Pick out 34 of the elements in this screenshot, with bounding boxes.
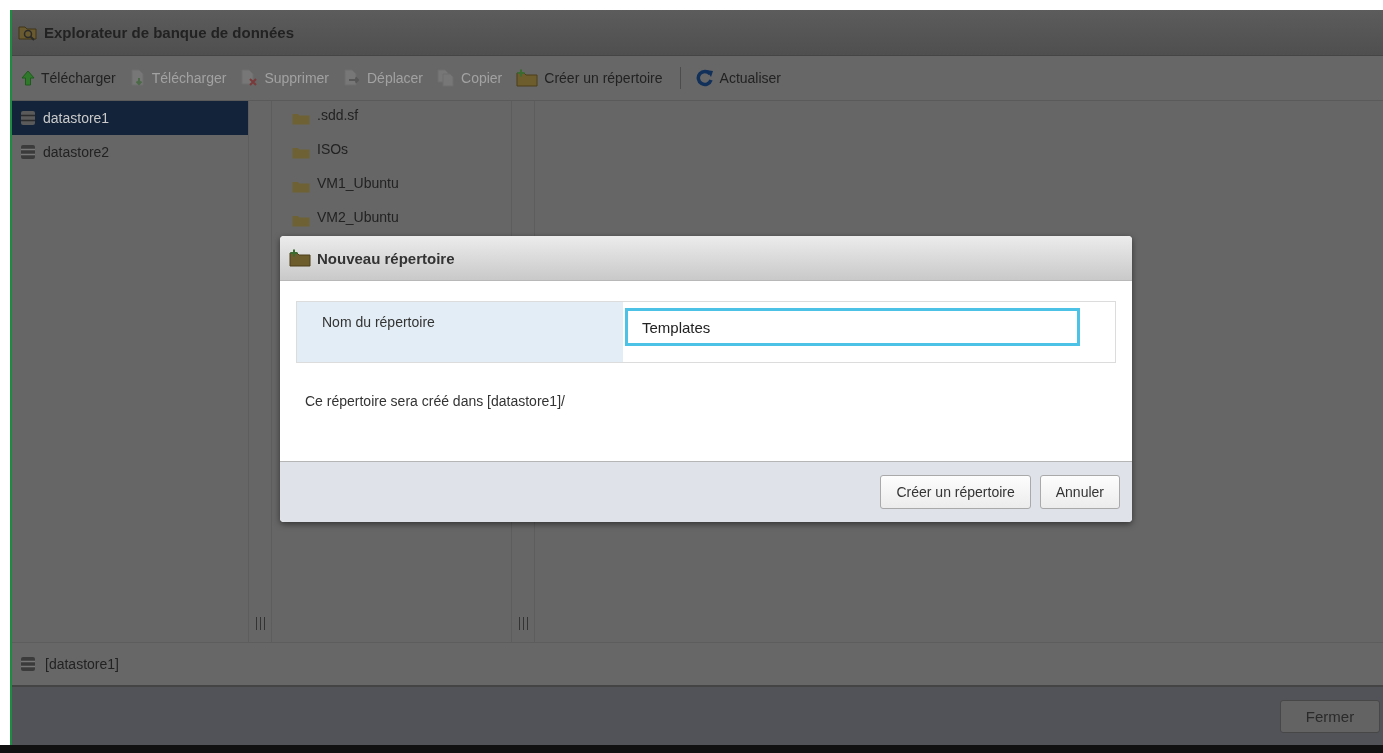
folder-icon [292, 179, 310, 193]
grip-icon[interactable] [255, 617, 265, 630]
field-label: Nom du répertoire [297, 302, 623, 362]
create-folder-button[interactable]: Créer un répertoire [880, 475, 1031, 509]
grip-icon[interactable] [518, 617, 528, 630]
toolbar-button[interactable]: Télécharger [16, 70, 121, 86]
cancel-button[interactable]: Annuler [1039, 475, 1120, 509]
current-path: [datastore1] [45, 656, 119, 672]
database-icon [20, 144, 36, 160]
database-icon [20, 110, 36, 126]
folder-icon [292, 213, 310, 227]
close-button[interactable]: Fermer [1280, 699, 1380, 733]
folder-item[interactable]: .sdd.sf [272, 101, 511, 135]
refresh-icon [695, 69, 714, 87]
folder-item[interactable]: ISOs [272, 135, 511, 169]
datastore-item[interactable]: datastore2 [12, 135, 248, 169]
folder-icon [292, 145, 310, 159]
document-arrow-icon [343, 69, 361, 87]
toolbar-button[interactable]: Actualiser [690, 69, 787, 87]
folder-plus-icon [516, 69, 539, 87]
folder-icon [292, 111, 310, 125]
database-icon [20, 656, 36, 672]
folder-item[interactable]: VM2_Ubuntu [272, 203, 511, 237]
document-cross-icon [240, 69, 259, 87]
folder-name-field[interactable]: Templates [625, 308, 1080, 346]
folder-magnifier-icon [18, 23, 38, 42]
datastore-item[interactable]: datastore1 [12, 101, 248, 135]
dialog-message: Ce répertoire sera créé dans [datastore1]/ [305, 393, 565, 409]
toolbar-button[interactable]: Créer un répertoire [511, 69, 668, 87]
document-arrow-icon [129, 69, 146, 87]
folder-plus-icon [289, 249, 311, 267]
up-arrow-icon [21, 70, 35, 86]
dialog-title: Nouveau répertoire [317, 249, 455, 267]
folder-item[interactable]: VM1_Ubuntu [272, 169, 511, 203]
